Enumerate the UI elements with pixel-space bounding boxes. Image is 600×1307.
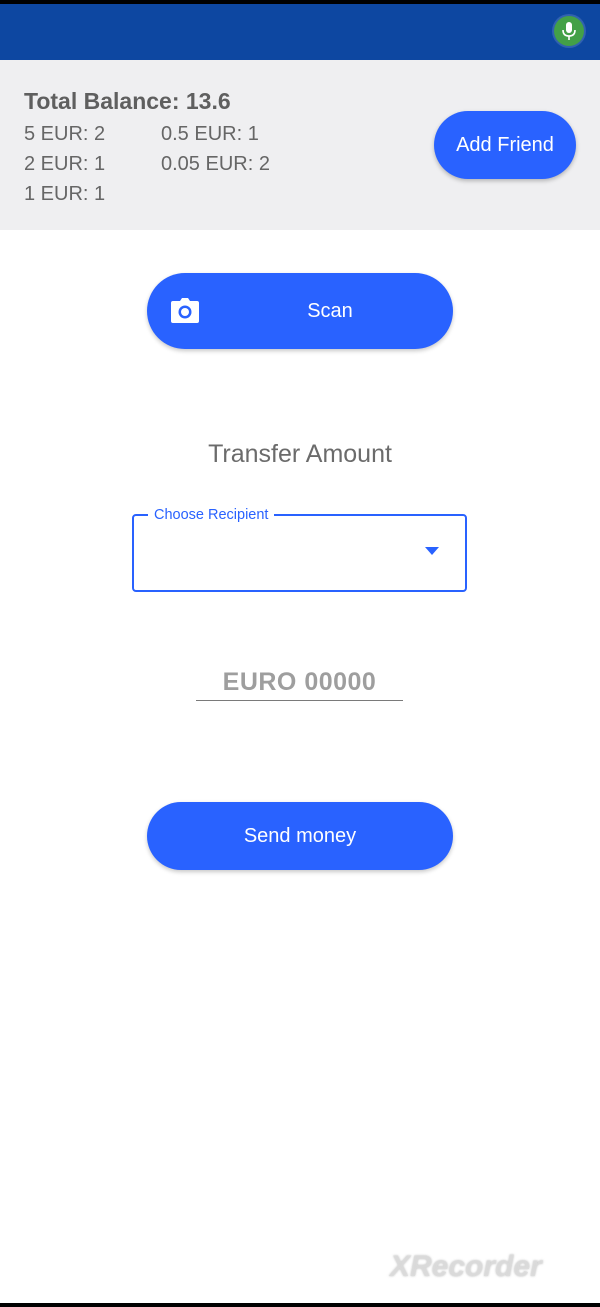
coin-count: 2 EUR: 1 <box>24 153 106 175</box>
add-friend-button[interactable]: Add Friend <box>434 111 576 179</box>
scan-button[interactable]: Scan <box>147 273 453 349</box>
balance-panel: Total Balance: 13.6 5 EUR: 2 0.5 EUR: 1 … <box>0 60 600 230</box>
send-money-button[interactable]: Send money <box>147 802 453 870</box>
watermark-logo: XRecorder <box>390 1250 542 1283</box>
coin-count: 5 EUR: 2 <box>24 123 106 145</box>
coin-breakdown: 5 EUR: 2 0.5 EUR: 1 2 EUR: 1 0.05 EUR: 2… <box>24 122 314 206</box>
screen-bottom-edge <box>0 1303 600 1307</box>
coin-count: 0.5 EUR: 1 <box>161 123 259 145</box>
coin-count: 0.05 EUR: 2 <box>161 153 270 175</box>
dropdown-arrow-icon[interactable] <box>425 547 439 555</box>
microphone-icon <box>554 16 584 46</box>
transfer-title: Transfer Amount <box>208 440 392 468</box>
amount-input[interactable]: EURO 00000 <box>196 664 403 701</box>
scan-label: Scan <box>307 299 353 322</box>
coin-count: 1 EUR: 1 <box>24 183 106 205</box>
total-balance: Total Balance: 13.6 <box>24 88 231 114</box>
recipient-dropdown[interactable] <box>132 514 467 592</box>
status-bar <box>0 4 600 60</box>
camera-icon <box>171 298 199 323</box>
recipient-label: Choose Recipient <box>148 505 275 525</box>
